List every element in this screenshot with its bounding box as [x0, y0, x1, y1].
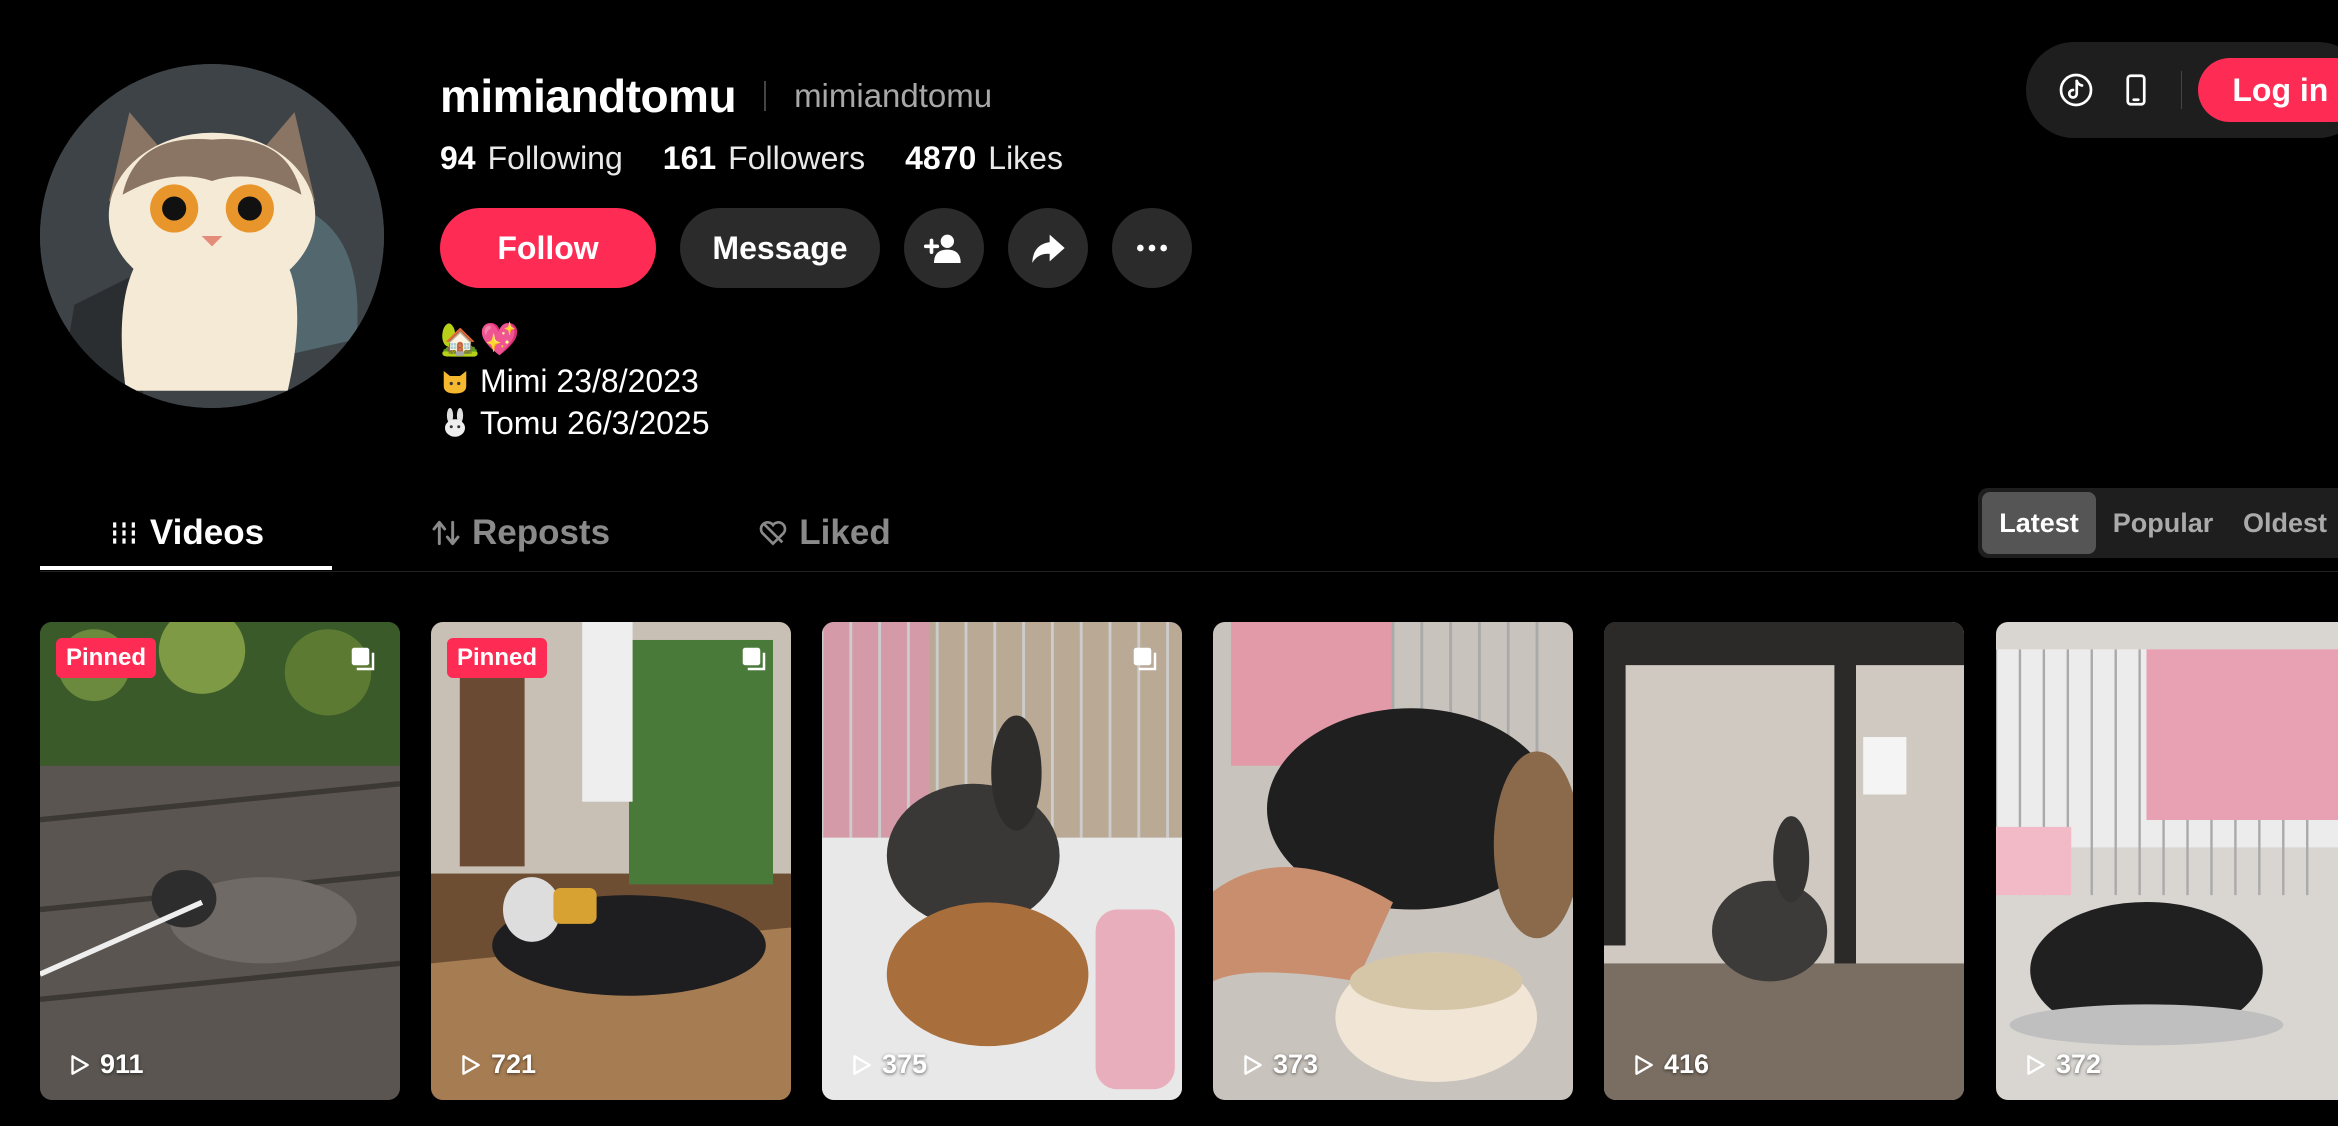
play-icon: [71, 1054, 89, 1075]
username: mimiandtomu: [440, 70, 737, 122]
view-count: 375: [848, 1049, 927, 1080]
multi-clip-icon: [351, 647, 375, 671]
more-options-button[interactable]: [1112, 208, 1192, 288]
followers-label: Followers: [728, 139, 866, 176]
bio-line-emojis: 🏡💖: [440, 321, 520, 357]
video-thumbnail: [822, 622, 1182, 1100]
profile-avatar[interactable]: [40, 64, 384, 408]
sort-oldest-button[interactable]: Oldest: [2230, 492, 2338, 554]
cat-face-icon: [443, 371, 467, 394]
tab-liked[interactable]: Liked: [704, 496, 944, 570]
bio-line-tomu: Tomu 26/3/2025: [440, 402, 710, 444]
following-count: 94: [440, 139, 476, 176]
view-count: 911: [66, 1049, 144, 1080]
bio-line-mimi: Mimi 23/8/2023: [440, 360, 710, 402]
view-count-value: 372: [2056, 1049, 2102, 1079]
play-icon: [1244, 1054, 1262, 1075]
tab-liked-label: Liked: [799, 513, 891, 552]
tabs-divider: [40, 571, 2338, 572]
view-count: 373: [1239, 1049, 1318, 1080]
bio-mimi-text: Mimi 23/8/2023: [480, 363, 699, 399]
get-app-button[interactable]: [2116, 68, 2156, 112]
heart-lock-icon: [759, 521, 787, 546]
video-card[interactable]: 416: [1604, 622, 1964, 1100]
top-right-toolbar: Log in: [2026, 42, 2338, 138]
toolbar-divider: [2180, 71, 2183, 109]
person-plus-icon: [924, 234, 961, 263]
pinned-badge: Pinned: [56, 638, 157, 678]
profile-bio: 🏡💖 Mimi 23/8/2023 Tomu 26/3/2025: [440, 318, 710, 444]
following-label: Following: [487, 139, 623, 176]
view-count-value: 373: [1273, 1049, 1319, 1079]
following-stat[interactable]: 94 Following: [440, 140, 623, 177]
tab-reposts-label: Reposts: [471, 513, 611, 552]
view-count-value: 721: [491, 1049, 537, 1079]
tiktok-button[interactable]: [2056, 68, 2096, 112]
video-thumbnail: [1604, 622, 1964, 1100]
view-count-value: 375: [882, 1049, 928, 1079]
multi-clip-icon: [1133, 647, 1157, 671]
pinned-badge: Pinned: [447, 638, 548, 678]
tiktok-logo-icon: [2059, 73, 2093, 107]
video-thumbnail: [431, 622, 791, 1100]
likes-count: 4870: [905, 139, 977, 176]
cat-avatar-illustration: [40, 64, 384, 408]
play-icon: [462, 1054, 480, 1075]
likes-label: Likes: [988, 139, 1063, 176]
view-count: 721: [457, 1049, 536, 1080]
profile-actions: Follow Message: [440, 208, 1216, 288]
video-thumbnail: [40, 622, 400, 1100]
video-card[interactable]: 373: [1213, 622, 1573, 1100]
login-button[interactable]: Log in: [2198, 58, 2338, 122]
stats-row: 94 Following 161 Followers 4870 Likes: [440, 136, 1103, 180]
sort-toggle: Latest Popular Oldest: [1978, 488, 2338, 558]
username-row: mimiandtomu mimiandtomu: [440, 66, 992, 126]
view-count-value: 911: [100, 1049, 144, 1079]
share-button[interactable]: [1008, 208, 1088, 288]
tab-reposts[interactable]: Reposts: [362, 496, 678, 570]
view-count-value: 416: [1664, 1049, 1710, 1079]
bio-tomu-text: Tomu 26/3/2025: [480, 405, 710, 441]
name-divider: [764, 81, 767, 111]
play-icon: [853, 1054, 871, 1075]
video-card[interactable]: Pinned 911: [40, 622, 400, 1100]
nickname: mimiandtomu: [794, 77, 993, 114]
tab-videos[interactable]: Videos: [40, 496, 332, 570]
more-dots-icon: [1137, 244, 1167, 252]
followers-stat[interactable]: 161 Followers: [663, 140, 865, 177]
video-card[interactable]: Pinned 721: [431, 622, 791, 1100]
sort-latest-button[interactable]: Latest: [1982, 492, 2096, 554]
mobile-phone-icon: [2126, 74, 2146, 106]
tab-videos-label: Videos: [149, 513, 265, 552]
video-card[interactable]: 375: [822, 622, 1182, 1100]
content-tabs: Videos Reposts Liked: [40, 496, 944, 570]
message-button[interactable]: Message: [680, 208, 880, 288]
view-count: 416: [1630, 1049, 1709, 1080]
video-card[interactable]: 372: [1996, 622, 2338, 1100]
share-arrow-icon: [1032, 234, 1065, 263]
follow-button[interactable]: Follow: [440, 208, 656, 288]
repost-arrows-icon: [432, 520, 460, 546]
sort-popular-button[interactable]: Popular: [2096, 492, 2230, 554]
video-thumbnail: [1996, 622, 2338, 1100]
profile-page: mimiandtomu mimiandtomu 94 Following 161…: [0, 0, 2338, 1126]
multi-clip-icon: [742, 647, 766, 671]
grid-bars-icon: [112, 522, 135, 544]
likes-stat: 4870 Likes: [905, 140, 1063, 177]
play-icon: [2027, 1054, 2045, 1075]
video-thumbnail: [1213, 622, 1573, 1100]
play-icon: [1635, 1054, 1653, 1075]
view-count: 372: [2022, 1049, 2101, 1080]
active-tab-indicator: [40, 566, 332, 570]
followers-count: 161: [662, 139, 717, 176]
rabbit-face-icon: [445, 408, 465, 437]
add-friend-button[interactable]: [904, 208, 984, 288]
